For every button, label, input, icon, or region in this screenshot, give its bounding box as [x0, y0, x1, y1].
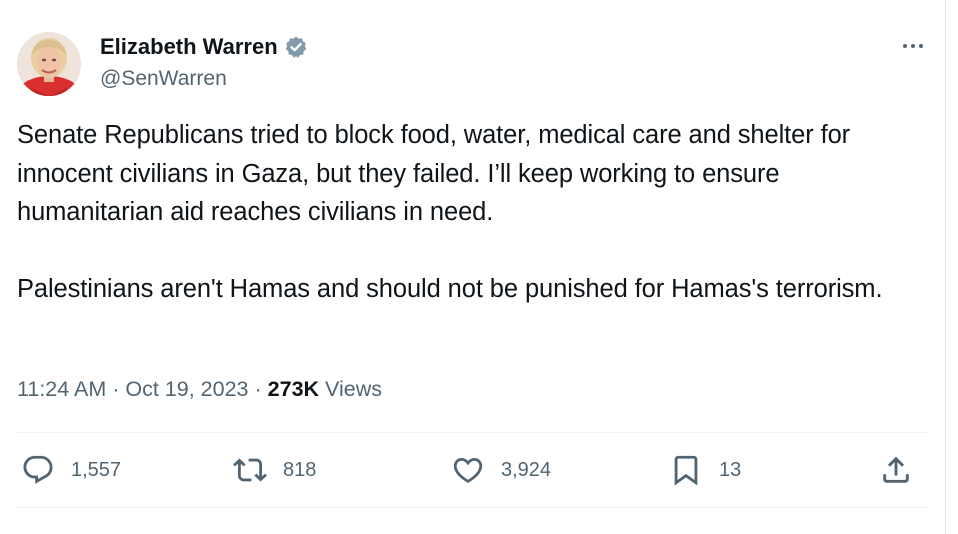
reply-count: 1,557	[71, 458, 122, 481]
tweet-date[interactable]: Oct 19, 2023	[125, 377, 248, 401]
retweet-button[interactable]: 818	[233, 448, 316, 492]
like-count: 3,924	[501, 458, 552, 481]
share-icon	[879, 453, 913, 487]
bookmark-icon	[669, 453, 703, 487]
tweet-text: Senate Republicans tried to block food, …	[17, 116, 927, 309]
retweet-icon	[233, 453, 267, 487]
author-handle[interactable]: @SenWarren	[100, 64, 308, 94]
author-display-name[interactable]: Elizabeth Warren	[100, 32, 278, 62]
reply-button[interactable]: 1,557	[21, 448, 121, 492]
action-bar: 1,557 818 3,924 13	[17, 448, 928, 492]
verified-badge-icon[interactable]	[284, 35, 308, 59]
tweet-paragraph: Senate Republicans tried to block food, …	[17, 121, 858, 226]
tweet-time[interactable]: 11:24 AM	[17, 377, 106, 401]
bookmark-button[interactable]: 13	[669, 448, 741, 492]
share-button[interactable]	[879, 448, 913, 492]
divider	[17, 432, 928, 433]
author-block: Elizabeth Warren @SenWarren	[100, 32, 308, 94]
heart-icon	[451, 453, 485, 487]
like-button[interactable]: 3,924	[451, 448, 551, 492]
reply-icon	[21, 453, 55, 487]
retweet-count: 818	[283, 458, 317, 481]
views-count[interactable]: 273K	[268, 377, 319, 401]
more-options-icon[interactable]	[898, 38, 928, 54]
divider	[17, 507, 928, 508]
tweet-meta: 11:24 AM · Oct 19, 2023 · 273K Views	[17, 374, 382, 404]
views-label: Views	[325, 377, 383, 401]
timeline-border	[945, 0, 946, 534]
tweet: Elizabeth Warren @SenWarren Senate Repub…	[0, 0, 958, 534]
tweet-header: Elizabeth Warren @SenWarren	[17, 30, 928, 96]
avatar[interactable]	[17, 32, 81, 96]
tweet-paragraph: Palestinians aren't Hamas and should not…	[17, 275, 883, 303]
meta-separator: ·	[254, 377, 262, 401]
name-row: Elizabeth Warren	[100, 32, 308, 62]
bookmark-count: 13	[719, 458, 742, 481]
meta-separator: ·	[112, 377, 120, 401]
